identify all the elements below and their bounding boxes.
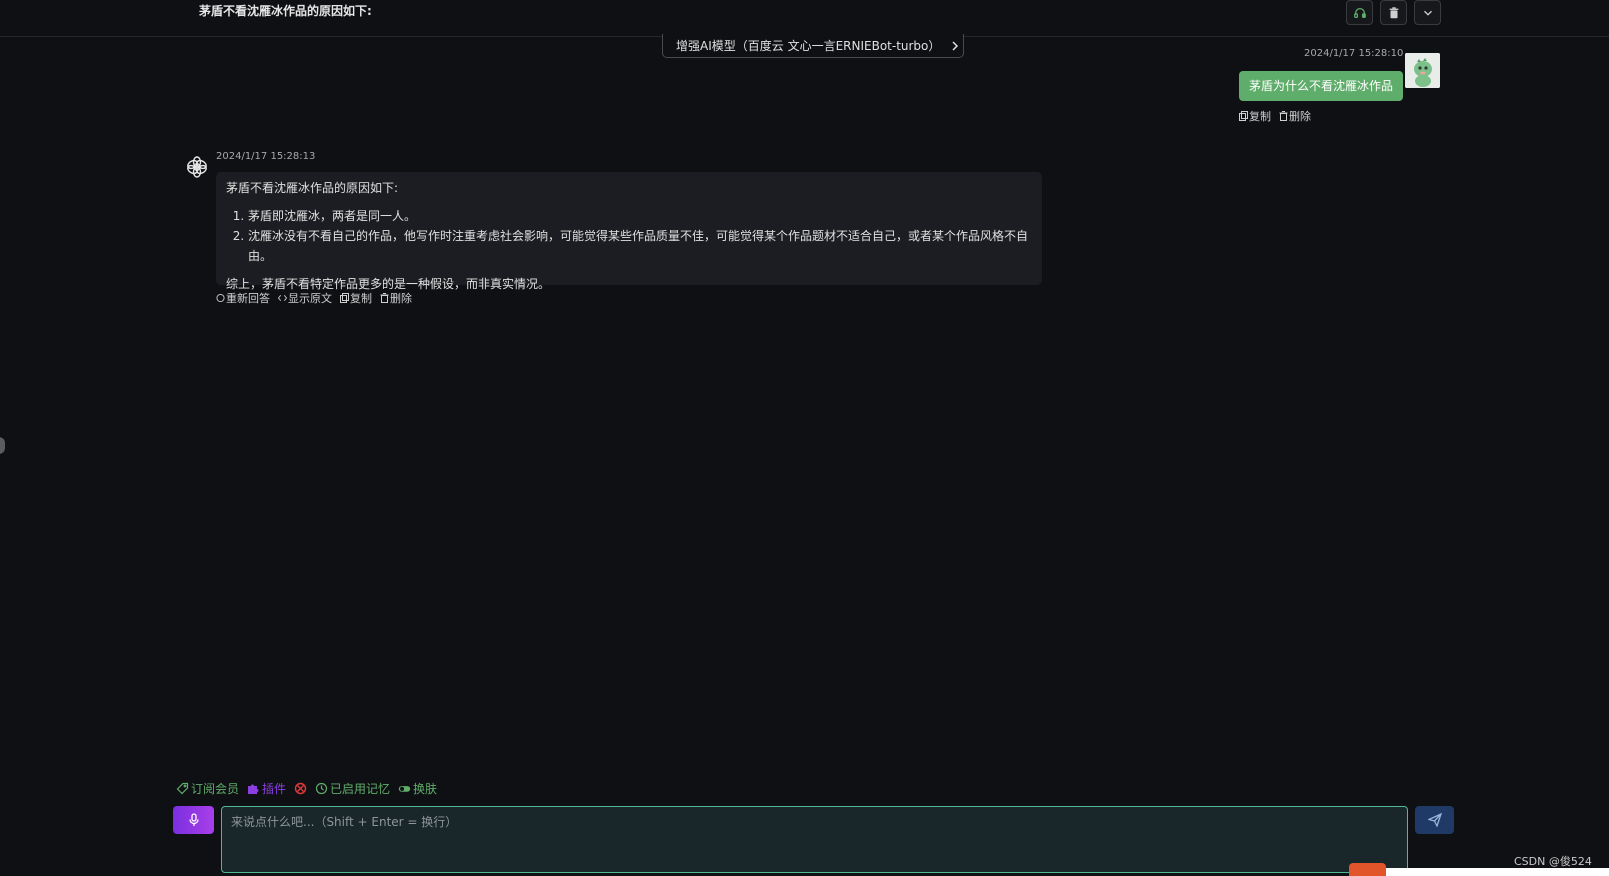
regenerate-button[interactable]: 重新回答 [216, 290, 270, 306]
trash-icon [1279, 111, 1288, 121]
show-raw-label: 显示原文 [288, 292, 332, 305]
chat-page: 茅盾不看沈雁冰作品的原因如下: 增强AI模型（百度云 文心一言ERNIEBot-… [0, 0, 1609, 876]
skin-label: 换肤 [413, 782, 438, 796]
tag-icon [176, 782, 189, 795]
clear-chat-button[interactable] [1380, 0, 1407, 25]
bot-message-time: 2024/1/17 15:28:13 [216, 151, 316, 162]
header: 茅盾不看沈雁冰作品的原因如下: [0, 0, 1609, 37]
toggle-icon [398, 786, 411, 792]
copy-icon [1239, 111, 1248, 121]
csdn-logo [1349, 863, 1386, 876]
show-raw-button[interactable]: 显示原文 [278, 290, 332, 306]
user-copy-label: 复制 [1249, 110, 1271, 123]
page-title: 茅盾不看沈雁冰作品的原因如下: [199, 4, 372, 18]
code-icon [278, 295, 287, 301]
plugin-disabled-button[interactable] [294, 782, 307, 795]
copy-icon [340, 293, 349, 303]
memory-button[interactable]: 已启用记忆 [315, 780, 390, 797]
subscribe-label: 订阅会员 [191, 782, 240, 796]
puzzle-icon [248, 784, 259, 794]
send-button[interactable] [1415, 806, 1454, 834]
model-label: 增强AI模型（百度云 文心一言ERNIEBot-turbo） [676, 39, 941, 53]
user-delete-button[interactable]: 删除 [1279, 108, 1311, 124]
bot-delete-label: 删除 [390, 292, 412, 305]
skin-toggle[interactable]: 换肤 [398, 780, 437, 797]
openai-logo-icon [187, 156, 207, 178]
memory-label: 已启用记忆 [330, 782, 391, 796]
forbidden-icon [294, 782, 307, 795]
chevron-right-icon [952, 40, 959, 51]
headset-icon [1353, 7, 1366, 18]
plugins-label: 插件 [262, 782, 287, 796]
bot-delete-button[interactable]: 删除 [380, 290, 412, 306]
sidebar-toggle-handle[interactable] [0, 437, 5, 454]
trash-icon [380, 293, 389, 303]
user-message-actions: 复制 删除 [1239, 108, 1311, 124]
bot-list: 茅盾即沈雁冰，两者是同一人。 沈雁冰没有不看自己的作品，他写作时注重考虑社会影响… [226, 206, 1032, 266]
list-item: 茅盾即沈雁冰，两者是同一人。 [248, 206, 1032, 226]
bot-avatar [185, 155, 209, 179]
message-input-box [221, 806, 1408, 873]
refresh-icon [216, 293, 225, 303]
bot-copy-button[interactable]: 复制 [340, 290, 372, 306]
model-selector[interactable]: 增强AI模型（百度云 文心一言ERNIEBot-turbo） [662, 34, 964, 58]
voice-input-button[interactable] [173, 806, 214, 834]
headset-button[interactable] [1346, 0, 1373, 25]
send-icon [1427, 813, 1442, 827]
clock-icon [315, 782, 328, 795]
microphone-icon [188, 813, 199, 826]
trash-icon [1389, 6, 1398, 18]
input-toolbar: 订阅会员 插件 已启用记忆 换肤 [176, 780, 437, 797]
chevron-down-icon [1423, 10, 1432, 16]
bot-copy-label: 复制 [350, 292, 372, 305]
user-copy-button[interactable]: 复制 [1239, 108, 1271, 124]
list-item: 沈雁冰没有不看自己的作品，他写作时注重考虑社会影响，可能觉得某些作品质量不佳，可… [248, 226, 1032, 266]
overlay-bar [1386, 868, 1609, 876]
subscribe-button[interactable]: 订阅会员 [176, 780, 239, 797]
regenerate-label: 重新回答 [226, 292, 270, 305]
bot-message-bubble: 茅盾不看沈雁冰作品的原因如下: 茅盾即沈雁冰，两者是同一人。 沈雁冰没有不看自己… [216, 172, 1042, 291]
watermark: CSDN @俊524 [1514, 855, 1592, 868]
user-delete-label: 删除 [1289, 110, 1311, 123]
user-message-time: 2024/1/17 15:28:10 [1304, 48, 1404, 59]
user-message-bubble: 茅盾为什么不看沈雁冰作品 [1239, 71, 1404, 101]
message-input[interactable] [222, 807, 1407, 872]
user-avatar [1405, 53, 1440, 88]
bot-message-actions: 重新回答 显示原文 复制 删除 [216, 290, 412, 306]
more-button[interactable] [1414, 0, 1441, 25]
bot-intro: 茅盾不看沈雁冰作品的原因如下: [226, 181, 399, 195]
plugins-button[interactable]: 插件 [247, 780, 286, 797]
dinosaur-avatar-icon [1405, 53, 1440, 88]
